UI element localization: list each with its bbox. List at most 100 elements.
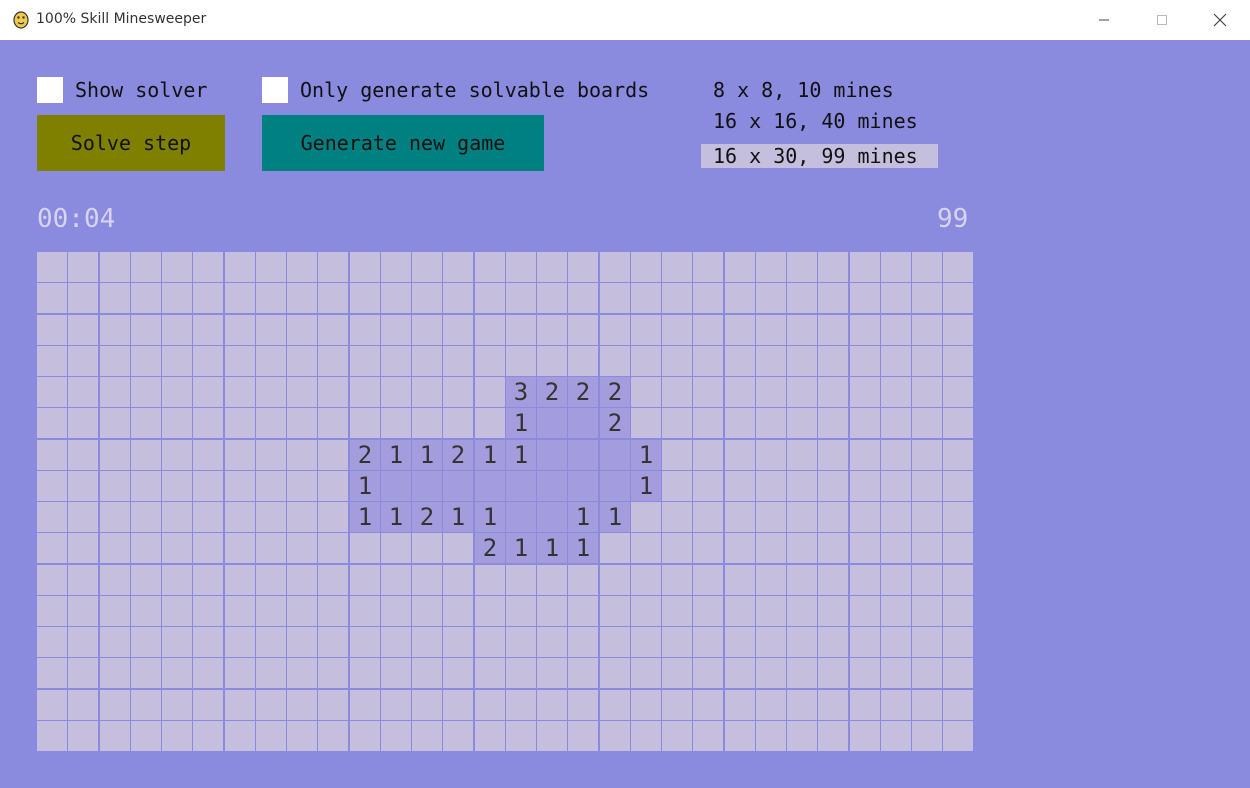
- hidden-cell[interactable]: [881, 565, 911, 595]
- hidden-cell[interactable]: [818, 690, 848, 720]
- hidden-cell[interactable]: [850, 565, 880, 595]
- hidden-cell[interactable]: [256, 377, 286, 407]
- hidden-cell[interactable]: [881, 533, 911, 563]
- hidden-cell[interactable]: [256, 346, 286, 376]
- hidden-cell[interactable]: [443, 533, 473, 563]
- hidden-cell[interactable]: [412, 533, 442, 563]
- hidden-cell[interactable]: [850, 408, 880, 438]
- hidden-cell[interactable]: [443, 315, 473, 345]
- hidden-cell[interactable]: [943, 533, 973, 563]
- hidden-cell[interactable]: [631, 502, 661, 532]
- hidden-cell[interactable]: [443, 408, 473, 438]
- hidden-cell[interactable]: [818, 658, 848, 688]
- hidden-cell[interactable]: [506, 658, 536, 688]
- hidden-cell[interactable]: [725, 440, 755, 470]
- hidden-cell[interactable]: [881, 502, 911, 532]
- hidden-cell[interactable]: [787, 565, 817, 595]
- hidden-cell[interactable]: [912, 721, 942, 751]
- hidden-cell[interactable]: [912, 565, 942, 595]
- hidden-cell[interactable]: [37, 377, 67, 407]
- hidden-cell[interactable]: [37, 408, 67, 438]
- hidden-cell[interactable]: [881, 283, 911, 313]
- hidden-cell[interactable]: [725, 377, 755, 407]
- hidden-cell[interactable]: [725, 346, 755, 376]
- hidden-cell[interactable]: [912, 377, 942, 407]
- hidden-cell[interactable]: [506, 346, 536, 376]
- hidden-cell[interactable]: [412, 596, 442, 626]
- hidden-cell[interactable]: [662, 596, 692, 626]
- hidden-cell[interactable]: [662, 721, 692, 751]
- hidden-cell[interactable]: [131, 315, 161, 345]
- hidden-cell[interactable]: [37, 283, 67, 313]
- hidden-cell[interactable]: [943, 252, 973, 282]
- hidden-cell[interactable]: [287, 502, 317, 532]
- hidden-cell[interactable]: [912, 690, 942, 720]
- hidden-cell[interactable]: [68, 721, 98, 751]
- hidden-cell[interactable]: [506, 252, 536, 282]
- hidden-cell[interactable]: [350, 283, 380, 313]
- hidden-cell[interactable]: [881, 252, 911, 282]
- hidden-cell[interactable]: [162, 408, 192, 438]
- hidden-cell[interactable]: [381, 377, 411, 407]
- hidden-cell[interactable]: [37, 658, 67, 688]
- hidden-cell[interactable]: [100, 315, 130, 345]
- hidden-cell[interactable]: [381, 721, 411, 751]
- hidden-cell[interactable]: [662, 471, 692, 501]
- hidden-cell[interactable]: [131, 721, 161, 751]
- hidden-cell[interactable]: [412, 377, 442, 407]
- hidden-cell[interactable]: [693, 346, 723, 376]
- hidden-cell[interactable]: [943, 690, 973, 720]
- hidden-cell[interactable]: [162, 283, 192, 313]
- hidden-cell[interactable]: [287, 721, 317, 751]
- hidden-cell[interactable]: [162, 596, 192, 626]
- hidden-cell[interactable]: [475, 690, 505, 720]
- hidden-cell[interactable]: [100, 721, 130, 751]
- hidden-cell[interactable]: [943, 283, 973, 313]
- hidden-cell[interactable]: [68, 377, 98, 407]
- hidden-cell[interactable]: [381, 408, 411, 438]
- hidden-cell[interactable]: [725, 502, 755, 532]
- hidden-cell[interactable]: [225, 627, 255, 657]
- hidden-cell[interactable]: [475, 408, 505, 438]
- hidden-cell[interactable]: [693, 440, 723, 470]
- hidden-cell[interactable]: [818, 565, 848, 595]
- hidden-cell[interactable]: [850, 627, 880, 657]
- hidden-cell[interactable]: [756, 377, 786, 407]
- hidden-cell[interactable]: [318, 283, 348, 313]
- hidden-cell[interactable]: [850, 471, 880, 501]
- hidden-cell[interactable]: [943, 346, 973, 376]
- hidden-cell[interactable]: [225, 408, 255, 438]
- hidden-cell[interactable]: [725, 690, 755, 720]
- hidden-cell[interactable]: [37, 533, 67, 563]
- hidden-cell[interactable]: [943, 315, 973, 345]
- hidden-cell[interactable]: [256, 596, 286, 626]
- hidden-cell[interactable]: [850, 315, 880, 345]
- hidden-cell[interactable]: [100, 690, 130, 720]
- hidden-cell[interactable]: [943, 658, 973, 688]
- hidden-cell[interactable]: [256, 533, 286, 563]
- hidden-cell[interactable]: [287, 690, 317, 720]
- hidden-cell[interactable]: [131, 690, 161, 720]
- hidden-cell[interactable]: [850, 346, 880, 376]
- hidden-cell[interactable]: [912, 533, 942, 563]
- hidden-cell[interactable]: [881, 658, 911, 688]
- hidden-cell[interactable]: [537, 315, 567, 345]
- hidden-cell[interactable]: [225, 315, 255, 345]
- hidden-cell[interactable]: [318, 252, 348, 282]
- hidden-cell[interactable]: [631, 346, 661, 376]
- hidden-cell[interactable]: [787, 658, 817, 688]
- hidden-cell[interactable]: [350, 596, 380, 626]
- hidden-cell[interactable]: [600, 315, 630, 345]
- hidden-cell[interactable]: [693, 721, 723, 751]
- hidden-cell[interactable]: [787, 471, 817, 501]
- preset-beginner[interactable]: 8 x 8, 10 mines: [701, 78, 906, 102]
- solve-step-button[interactable]: Solve step: [37, 115, 225, 171]
- hidden-cell[interactable]: [568, 596, 598, 626]
- hidden-cell[interactable]: [818, 315, 848, 345]
- hidden-cell[interactable]: [350, 690, 380, 720]
- hidden-cell[interactable]: [256, 627, 286, 657]
- hidden-cell[interactable]: [787, 596, 817, 626]
- hidden-cell[interactable]: [662, 502, 692, 532]
- hidden-cell[interactable]: [68, 315, 98, 345]
- hidden-cell[interactable]: [443, 690, 473, 720]
